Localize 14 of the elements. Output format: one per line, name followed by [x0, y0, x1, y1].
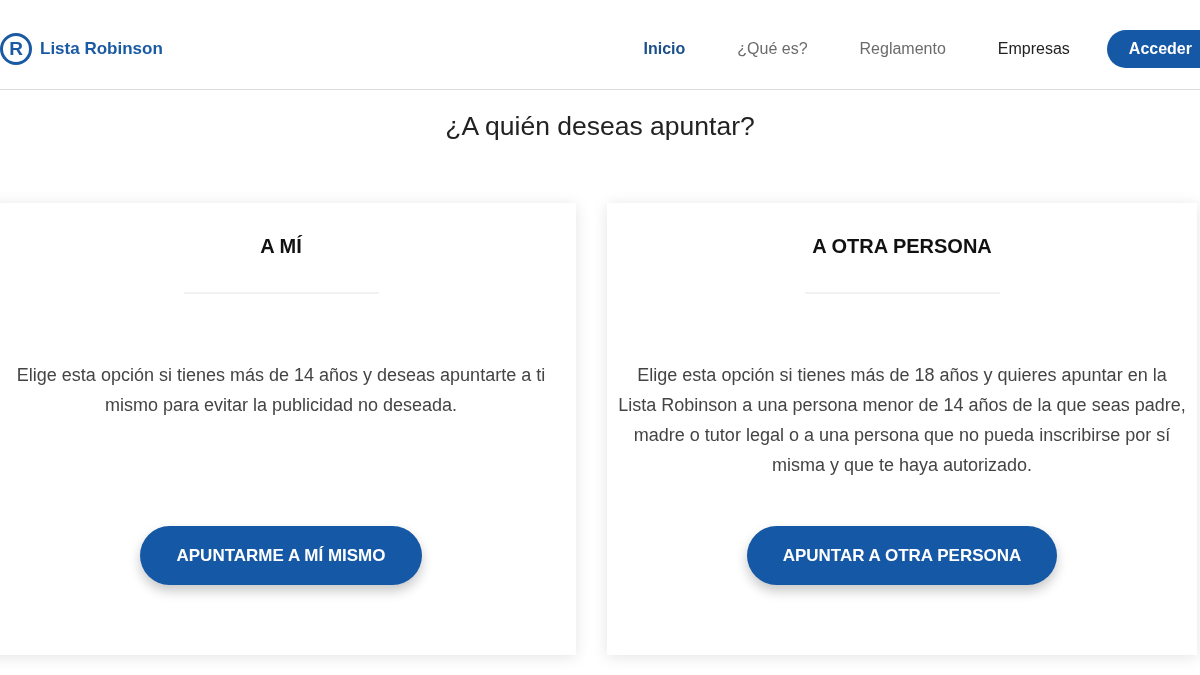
login-button[interactable]: Acceder	[1106, 29, 1200, 68]
signup-button[interactable]: APUNTAR A OTRA PERSONA	[746, 526, 1058, 585]
nav-link[interactable]: Inicio	[617, 30, 712, 67]
card-description: Elige esta opción si tienes más de 18 años y quieres apuntar en la Lista Robinson a una persona menor de 14 años de la que seas padre, madre o tutor legal o a una persona que no pueda inscribirse por sí misma y que te haya autorizado.	[617, 364, 1187, 477]
nav-link[interactable]: Empresas	[971, 30, 1096, 67]
logo-text[interactable]: Lista Robinson	[40, 35, 163, 62]
nav-link[interactable]: ¿Qué es?	[711, 30, 834, 67]
card-title: A MÍ	[259, 234, 303, 259]
card-title: A OTRA PERSONA	[811, 234, 993, 259]
page-heading: ¿A quién deseas apuntar?	[444, 111, 756, 141]
logo-mark: R	[0, 32, 32, 65]
nav-link[interactable]: Reglamento	[833, 30, 972, 67]
card-description: Elige esta opción si tienes más de 14 años y deseas apuntarte a ti mismo para evitar la publicidad no deseada.	[15, 364, 547, 417]
signup-button[interactable]: APUNTARME A MÍ MISMO	[140, 526, 422, 585]
